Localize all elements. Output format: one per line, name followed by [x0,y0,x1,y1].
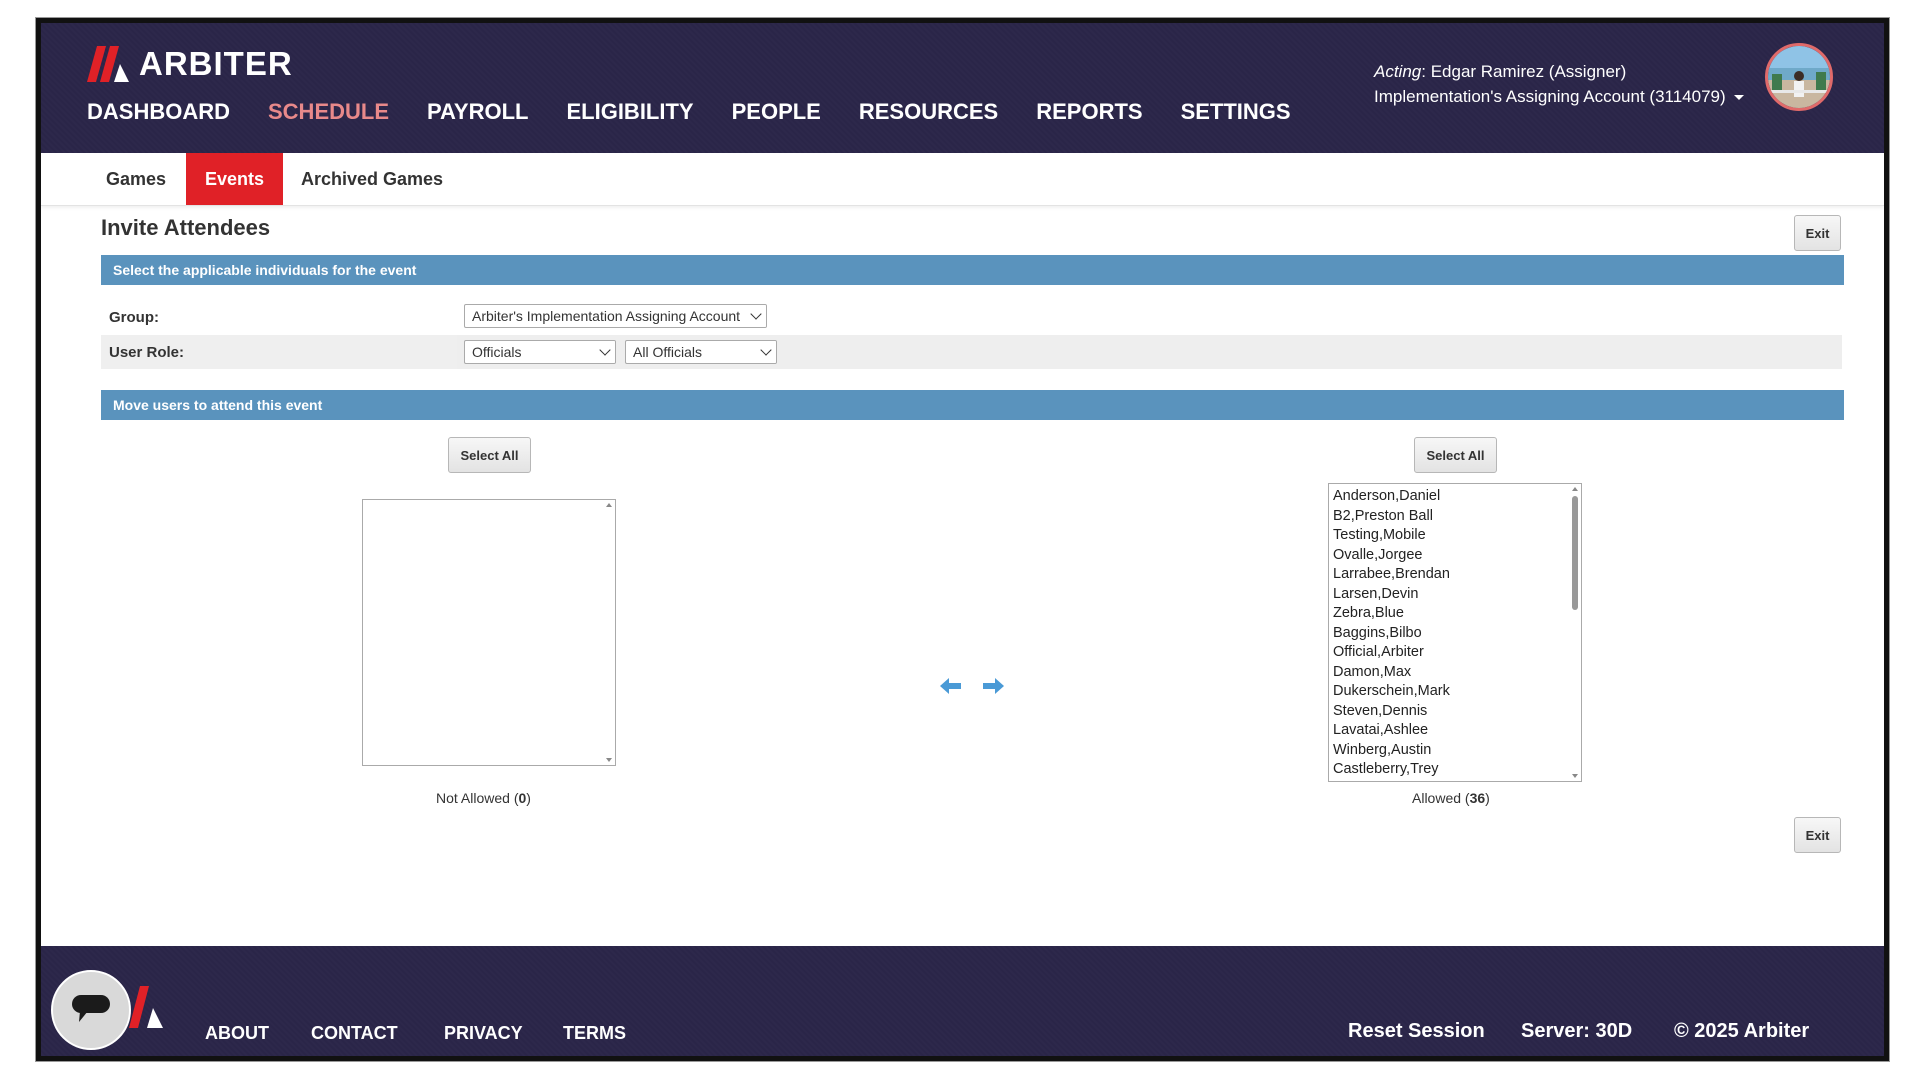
footer-terms-link[interactable]: TERMS [563,1023,626,1044]
allowed-list[interactable]: Anderson,Daniel B2,Preston Ball Testing,Mo… [1328,483,1582,782]
scroll-up-icon[interactable] [1572,487,1578,491]
section-header-select-individuals: Select the applicable individuals for th… [101,255,1844,285]
not-allowed-scrollbar[interactable] [603,500,615,765]
group-select[interactable]: Arbiter's Implementation Assigning Accou… [464,304,767,328]
chat-bubble-icon [71,991,111,1030]
list-item[interactable]: Dukerschein,Mark [1333,682,1450,702]
chat-button[interactable] [51,970,131,1050]
scroll-down-icon[interactable] [1572,774,1578,778]
page-title: Invite Attendees [101,215,271,240]
copyright: © 2025 Arbiter [1674,1020,1810,1042]
main-nav: DASHBOARD SCHEDULE PAYROLL ELIGIBILITY P… [87,99,1329,125]
caret-down-icon[interactable] [1733,95,1744,101]
list-item[interactable]: Zebra,Blue [1333,604,1450,624]
scroll-thumb[interactable] [1572,496,1578,610]
allowed-scrollbar[interactable] [1569,484,1581,781]
footer-logo-icon [129,986,165,1033]
list-item[interactable]: Winberg,Austin [1333,741,1450,761]
select-all-not-allowed-button[interactable]: Select All [448,437,531,473]
list-item[interactable]: Lavatai,Ashlee [1333,721,1450,741]
scroll-down-icon[interactable] [606,758,612,762]
group-label: Group: [109,309,159,326]
user-role-select-value: Officials [472,344,522,360]
account-name: Implementation's Assigning Account (3114… [1374,87,1726,106]
sub-tabs: Games Events Archived Games [41,153,1884,206]
list-item[interactable]: Castleberry,Trey [1333,760,1450,780]
nav-people[interactable]: PEOPLE [732,99,821,125]
group-select-value: Arbiter's Implementation Assigning Accou… [472,308,741,324]
list-item[interactable]: Larsen,Devin [1333,585,1450,605]
role-filter-select[interactable]: All Officials [625,340,777,364]
group-row: Group: Arbiter's Implementation Assignin… [101,300,1842,334]
tab-games[interactable]: Games [87,153,185,205]
nav-settings[interactable]: SETTINGS [1181,99,1291,125]
nav-eligibility[interactable]: ELIGIBILITY [566,99,693,125]
list-item[interactable]: B2,Preston Ball [1333,507,1450,527]
app-window: ARBITER DASHBOARD SCHEDULE PAYROLL ELIGI… [36,18,1889,1061]
nav-payroll[interactable]: PAYROLL [427,99,528,125]
not-allowed-label: Not Allowed [436,790,510,806]
list-item[interactable]: Official,Arbiter [1333,643,1450,663]
acting-line: Acting: Edgar Ramirez (Assigner) [1374,59,1744,84]
footer-contact-link[interactable]: CONTACT [311,1023,398,1044]
list-item[interactable]: Baggins,Bilbo [1333,624,1450,644]
not-allowed-count: 0 [518,790,527,806]
list-item[interactable]: Anderson,Daniel [1333,487,1450,507]
tab-archived-games[interactable]: Archived Games [282,153,462,205]
role-filter-select-value: All Officials [633,344,702,360]
avatar[interactable] [1765,43,1833,111]
footer-privacy-link[interactable]: PRIVACY [444,1023,523,1044]
list-item[interactable]: Larrabee,Brendan [1333,565,1450,585]
exit-button-top[interactable]: Exit [1794,215,1841,251]
not-allowed-list[interactable] [362,499,616,766]
select-all-allowed-button[interactable]: Select All [1414,437,1497,473]
section-header-move-users: Move users to attend this event [101,390,1844,420]
exit-button-bottom[interactable]: Exit [1794,817,1841,853]
arbiter-logo[interactable]: ARBITER [87,45,293,83]
arbiter-logo-icon [87,46,129,82]
account-line[interactable]: Implementation's Assigning Account (3114… [1374,84,1744,109]
user-role-row: User Role: Officials All Officials [101,335,1842,369]
list-item[interactable]: Damon,Max [1333,663,1450,683]
account-info[interactable]: Acting: Edgar Ramirez (Assigner) Impleme… [1374,59,1744,109]
reset-session-link[interactable]: Reset Session [1348,1020,1485,1043]
list-item[interactable]: Testing,Mobile [1333,526,1450,546]
not-allowed-count-label: Not Allowed (0) [436,790,531,806]
server-label: Server: 30D [1521,1020,1633,1042]
tab-events[interactable]: Events [186,153,284,205]
nav-dashboard[interactable]: DASHBOARD [87,99,230,125]
allowed-items: Anderson,Daniel B2,Preston Ball Testing,Mo… [1333,487,1450,780]
acting-name: : Edgar Ramirez (Assigner) [1421,62,1627,81]
nav-reports[interactable]: REPORTS [1036,99,1142,125]
allowed-count-label: Allowed (36) [1412,790,1490,806]
user-role-select[interactable]: Officials [464,340,616,364]
top-header: ARBITER DASHBOARD SCHEDULE PAYROLL ELIGI… [41,23,1884,153]
allowed-count: 36 [1469,790,1486,806]
allowed-label: Allowed [1412,790,1462,806]
nav-resources[interactable]: RESOURCES [859,99,998,125]
acting-prefix: Acting [1374,62,1422,81]
footer-about-link[interactable]: ABOUT [205,1023,269,1044]
arrow-right-icon[interactable] [982,678,1004,694]
list-item[interactable]: Steven,Dennis [1333,702,1450,722]
user-role-label: User Role: [109,344,185,361]
list-item[interactable]: Ovalle,Jorgee [1333,546,1450,566]
nav-schedule[interactable]: SCHEDULE [268,99,389,125]
arrow-left-icon[interactable] [940,678,962,694]
scroll-up-icon[interactable] [606,503,612,507]
brand-name: ARBITER [139,45,293,82]
